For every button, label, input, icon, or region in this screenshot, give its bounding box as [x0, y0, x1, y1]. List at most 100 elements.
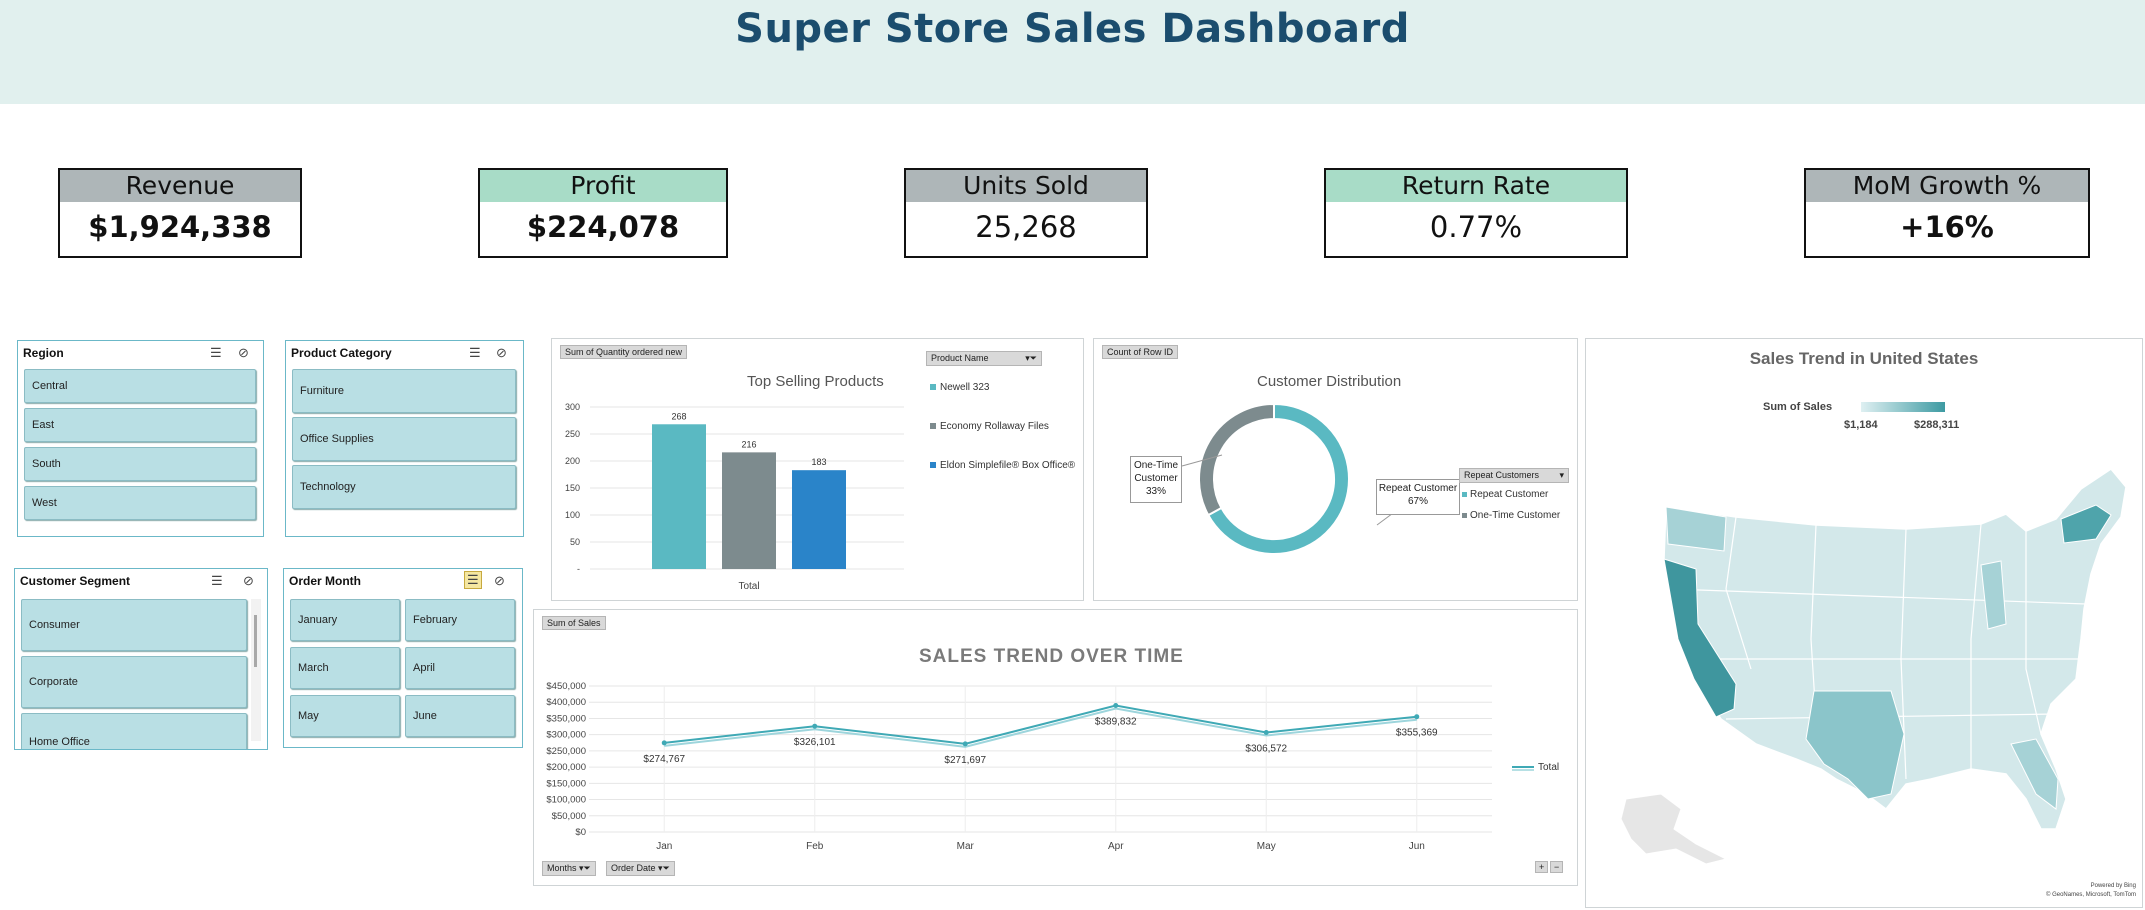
slicer-title: Product Category [291, 346, 392, 360]
clear-filter-icon[interactable]: ⊘ [496, 345, 507, 361]
slicer-header: Customer Segment ☰ ⊘ [15, 569, 267, 593]
x-tick-label: May [1257, 841, 1276, 852]
slicer-item-east[interactable]: East [24, 408, 256, 442]
series-line[interactable] [664, 704, 1417, 745]
scrollbar-thumb[interactable] [254, 615, 257, 667]
bar[interactable] [722, 452, 776, 569]
repeat-data-label: Repeat Customer 67% [1376, 479, 1460, 515]
y-tick-label: $100,000 [546, 795, 586, 806]
slicer-header: Region ☰ ⊘ [18, 341, 263, 365]
kpi-return-rate-value: 0.77% [1429, 210, 1523, 244]
y-tick-label: 150 [565, 483, 580, 493]
y-tick-label: 200 [565, 456, 580, 466]
y-tick-label: $300,000 [546, 730, 586, 741]
point-data-label: $389,832 [1095, 717, 1137, 728]
us-map-svg[interactable] [1586, 339, 2142, 907]
slicer-item-consumer[interactable]: Consumer [21, 599, 247, 651]
collapse-button[interactable]: − [1550, 861, 1564, 873]
y-tick-label: $50,000 [552, 811, 586, 822]
point-data-label: $274,767 [643, 754, 685, 765]
legend-item: Economy Rollaway Files [930, 421, 1049, 432]
legend-label: Repeat Customer [1470, 489, 1549, 500]
slicer-item-corporate[interactable]: Corporate [21, 656, 247, 708]
slicer-item-may[interactable]: May [290, 695, 400, 737]
alaska-region[interactable] [1620, 793, 1728, 865]
multi-select-icon[interactable]: ☰ [211, 573, 223, 589]
y-tick-label: $200,000 [546, 762, 586, 773]
bar[interactable] [792, 470, 846, 569]
y-tick-label: 100 [565, 510, 580, 520]
slicer-item-office-supplies[interactable]: Office Supplies [292, 417, 516, 461]
top-products-chart-panel: Sum of Quantity ordered new Top Selling … [551, 338, 1084, 601]
filter-icon: ▾⏷ [579, 863, 591, 873]
clear-filter-icon[interactable]: ⊘ [238, 345, 249, 361]
slicer-item-south[interactable]: South [24, 447, 256, 481]
legend-swatch [1462, 492, 1467, 497]
order-date-filter-button[interactable]: Order Date ▾⏷ [606, 861, 675, 876]
clear-filter-icon[interactable]: ⊘ [243, 573, 254, 589]
x-tick-label: Apr [1108, 841, 1124, 852]
data-point[interactable] [1113, 703, 1119, 709]
x-tick-label: Feb [806, 841, 824, 852]
order-month-slicer: Order Month ☰ ⊘ January February March A… [283, 568, 523, 748]
donut-slice[interactable] [1198, 402, 1275, 517]
multi-select-icon[interactable]: ☰ [210, 345, 222, 361]
multi-select-icon[interactable]: ☰ [469, 345, 481, 361]
slicer-scrollbar[interactable] [251, 599, 261, 741]
data-point[interactable] [1414, 714, 1420, 720]
x-tick-label: Jun [1409, 841, 1425, 852]
y-tick-label: $400,000 [546, 697, 586, 708]
y-tick-label: $0 [575, 827, 586, 838]
sales-trend-chart-panel: Sum of Sales SALES TREND OVER TIME $450,… [533, 609, 1578, 886]
data-point[interactable] [962, 741, 968, 747]
legend-swatch [930, 423, 936, 429]
data-point[interactable] [812, 723, 818, 729]
product-name-filter-button[interactable]: Product Name ▾⏷ [926, 351, 1042, 366]
bar-data-label: 216 [741, 439, 756, 449]
kpi-revenue-label: Revenue [60, 170, 300, 202]
y-tick-label: 250 [565, 429, 580, 439]
kpi-return-rate-card: Return Rate 0.77% [1324, 168, 1628, 258]
slicer-item-home-office[interactable]: Home Office [21, 713, 247, 749]
slicer-item-central[interactable]: Central [24, 369, 256, 403]
y-tick-label: $350,000 [546, 713, 586, 724]
kpi-mom-growth-value: +16% [1900, 210, 1994, 244]
map-credit-geonames: © GeoNames, Microsoft, TomTom [2046, 892, 2136, 898]
kpi-mom-growth-card: MoM Growth % +16% [1804, 168, 2090, 258]
kpi-profit-label: Profit [480, 170, 726, 202]
data-point[interactable] [661, 740, 667, 746]
repeat-customers-filter-button[interactable]: Repeat Customers ▾ [1459, 468, 1569, 483]
data-point[interactable] [1263, 730, 1269, 736]
slicer-item-january[interactable]: January [290, 599, 400, 641]
kpi-profit-value: $224,078 [526, 210, 680, 244]
expand-button[interactable]: + [1535, 861, 1549, 873]
legend-label: Eldon Simplefile® Box Office® [940, 460, 1076, 471]
y-tick-label: 300 [565, 402, 580, 412]
slicer-item-west[interactable]: West [24, 486, 256, 520]
legend-swatch [1462, 513, 1467, 518]
bar[interactable] [652, 424, 706, 569]
title-banner: Super Store Sales Dashboard [0, 0, 2145, 104]
filter-dropdown-icon: ▾⏷ [1025, 353, 1037, 363]
kpi-return-rate-label: Return Rate [1326, 170, 1626, 202]
point-data-label: $326,101 [794, 737, 836, 748]
filter-label: Months [547, 863, 577, 873]
slicer-item-furniture[interactable]: Furniture [292, 369, 516, 413]
clear-filter-icon[interactable]: ⊘ [494, 573, 505, 589]
kpi-revenue-card: Revenue $1,924,338 [58, 168, 302, 258]
region-slicer: Region ☰ ⊘ Central East South West [17, 340, 264, 537]
legend-label: Total [1538, 762, 1560, 773]
texas-region[interactable] [1805, 690, 1905, 800]
slicer-item-june[interactable]: June [405, 695, 515, 737]
slicer-item-march[interactable]: March [290, 647, 400, 689]
slicer-item-technology[interactable]: Technology [292, 465, 516, 509]
kpi-revenue-value: $1,924,338 [88, 210, 272, 244]
slicer-item-april[interactable]: April [405, 647, 515, 689]
kpi-units-label: Units Sold [906, 170, 1146, 202]
multi-select-icon[interactable]: ☰ [464, 571, 482, 589]
label-line: Customer [1134, 473, 1178, 484]
months-filter-button[interactable]: Months ▾⏷ [542, 861, 596, 876]
dropdown-arrow-icon: ▾ [1559, 470, 1564, 480]
slicer-item-february[interactable]: February [405, 599, 515, 641]
y-tick-label: $150,000 [546, 778, 586, 789]
